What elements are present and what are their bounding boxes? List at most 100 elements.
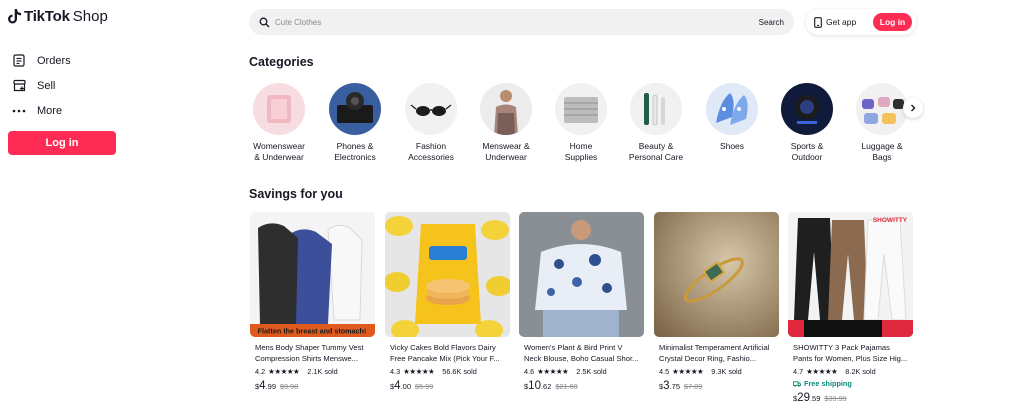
search-bar: Search (249, 9, 794, 35)
tiktok-logo-icon (8, 9, 21, 24)
category-image (706, 83, 758, 135)
categories-next-button[interactable] (903, 98, 923, 118)
sold-count: 2.1K sold (307, 367, 338, 376)
sidebar-item-label: Orders (37, 54, 71, 67)
rating-value: 4.2 (255, 367, 266, 376)
sold-count: 56.6K sold (442, 367, 477, 376)
product-price: $29.59 $39.99 (793, 392, 847, 404)
sidebar-item-label: Sell (37, 79, 56, 92)
category-label: Home Supplies (564, 141, 598, 162)
sidebar-item-orders[interactable]: Orders (12, 48, 122, 73)
chevron-right-icon (911, 104, 916, 112)
sell-icon (12, 79, 26, 93)
stars-icon: ★★★★★ (806, 367, 838, 376)
search-button[interactable]: Search (753, 18, 784, 27)
category-label: Beauty & Personal Care (628, 141, 684, 162)
product-card[interactable]: Women's Plant & Bird Print V Neck Blouse… (519, 212, 644, 392)
sidebar-item-more[interactable]: More (12, 98, 122, 123)
product-title: Minimalist Temperament Artificial Crysta… (659, 343, 770, 363)
product-image: SHOWITTY (788, 212, 913, 337)
category-image (329, 83, 381, 135)
get-app-label: Get app (826, 17, 857, 27)
brand-badge: SHOWITTY (873, 217, 908, 224)
product-image (654, 212, 779, 337)
sidebar-login-button[interactable]: Log in (8, 131, 116, 155)
product-rating: 4.2 ★★★★★ 2.1K sold (255, 367, 370, 376)
product-price: $4.99 $9.98 (255, 380, 299, 392)
sold-count: 9.3K sold (711, 367, 742, 376)
category-label: Phones & Electronics (334, 141, 376, 162)
product-card[interactable]: Minimalist Temperament Artificial Crysta… (654, 212, 779, 392)
logo-shop: Shop (72, 7, 108, 25)
product-price: $10.62 $21.69 (524, 380, 578, 392)
category-label: Luggage & Bags (861, 141, 903, 162)
category-phones-electronics[interactable]: Phones & Electronics (319, 83, 391, 163)
product-image (519, 212, 644, 337)
category-sports-outdoor[interactable]: Sports & Outdoor (771, 83, 843, 163)
top-login-button[interactable]: Log in (873, 13, 912, 31)
phone-icon (814, 16, 822, 28)
rating-value: 4.6 (524, 367, 535, 376)
original-price: $9.98 (280, 382, 299, 391)
sold-count: 2.5K sold (576, 367, 607, 376)
orders-icon (12, 54, 26, 68)
get-app-button[interactable]: Get app (814, 16, 857, 28)
search-icon (259, 17, 270, 27)
product-title: SHOWITTY 3 Pack Pajamas Pants for Women,… (793, 343, 908, 363)
category-home-supplies[interactable]: Home Supplies (545, 83, 617, 163)
product-price: $4.00 $5.99 (390, 380, 434, 392)
product-card[interactable]: Vicky Cakes Bold Flavors Dairy Free Panc… (385, 212, 510, 392)
product-image-banner: Flatten the breast and stomach! (258, 327, 367, 336)
product-card[interactable]: SHOWITTY SHOWITTY 3 Pack Pajamas Pants f… (788, 212, 913, 404)
category-image (555, 83, 607, 135)
stars-icon: ★★★★★ (268, 367, 300, 376)
category-label: Menswear & Underwear (482, 141, 530, 162)
category-label: Womenswear & Underwear (253, 141, 305, 162)
original-price: $21.69 (555, 382, 578, 391)
savings-heading: Savings for you (249, 187, 343, 201)
category-label: Fashion Accessories (408, 141, 454, 162)
original-price: $7.09 (684, 382, 703, 391)
category-shoes[interactable]: Shoes (696, 83, 768, 152)
product-image (385, 212, 510, 337)
logo-wordmark: TikTok (24, 7, 70, 25)
category-luggage-bags[interactable]: Luggage & Bags (846, 83, 918, 163)
stars-icon: ★★★★★ (403, 367, 435, 376)
tiktok-shop-logo[interactable]: TikTok Shop (8, 6, 108, 26)
category-image (856, 83, 908, 135)
more-icon (12, 104, 26, 118)
category-image (480, 83, 532, 135)
sidebar-item-label: More (37, 104, 63, 117)
category-womenswear[interactable]: Womenswear & Underwear (243, 83, 315, 163)
product-price: $3.75 $7.09 (659, 380, 703, 392)
sold-count: 8.2K sold (845, 367, 876, 376)
product-title: Women's Plant & Bird Print V Neck Blouse… (524, 343, 639, 363)
rating-value: 4.3 (390, 367, 401, 376)
category-fashion-accessories[interactable]: Fashion Accessories (395, 83, 467, 163)
category-image (781, 83, 833, 135)
stars-icon: ★★★★★ (672, 367, 704, 376)
search-input[interactable] (275, 17, 753, 27)
category-image (253, 83, 305, 135)
sidebar-item-sell[interactable]: Sell (12, 73, 122, 98)
category-beauty[interactable]: Beauty & Personal Care (620, 83, 692, 163)
category-image (630, 83, 682, 135)
categories-row: Womenswear & Underwear Phones & Electronic… (249, 83, 929, 173)
rating-value: 4.7 (793, 367, 804, 376)
original-price: $5.99 (415, 382, 434, 391)
product-image: Flatten the breast and stomach! (250, 212, 375, 337)
category-menswear[interactable]: Menswear & Underwear (470, 83, 542, 163)
categories-heading: Categories (249, 55, 314, 69)
category-label: Shoes (719, 141, 745, 151)
truck-icon (793, 380, 801, 387)
free-shipping-badge: Free shipping (793, 379, 908, 388)
product-rating: 4.6 ★★★★★ 2.5K sold (524, 367, 639, 376)
top-actions: Get app Log in (806, 9, 916, 35)
original-price: $39.99 (824, 394, 847, 403)
category-image (405, 83, 457, 135)
category-label: Sports & Outdoor (790, 141, 824, 162)
stars-icon: ★★★★★ (537, 367, 569, 376)
product-card[interactable]: Flatten the breast and stomach! Mens Bod… (250, 212, 375, 392)
product-title: Vicky Cakes Bold Flavors Dairy Free Panc… (390, 343, 500, 363)
product-rating: 4.3 ★★★★★ 56.6K sold (390, 367, 505, 376)
